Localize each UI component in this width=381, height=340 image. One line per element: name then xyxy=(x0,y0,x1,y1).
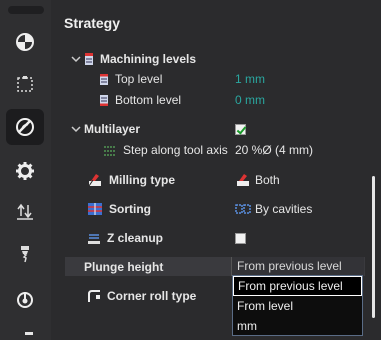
machining-levels-text: Machining levels xyxy=(100,52,197,66)
toolpath-disc-icon xyxy=(16,118,34,136)
milling-type-value-text: Both xyxy=(255,173,280,187)
top-level-label: Top level xyxy=(99,72,162,86)
sorting-label: Sorting xyxy=(87,201,151,217)
sorting-row[interactable]: Sorting By cavities xyxy=(51,199,371,219)
milling-type-label: Milling type xyxy=(87,172,175,188)
bottom-level-text: Bottom level xyxy=(115,93,182,107)
step-row[interactable]: Step along tool axis 20 %Ø (4 mm) xyxy=(51,140,371,160)
multilayer-label: Multilayer xyxy=(84,122,141,136)
left-toolbar xyxy=(0,0,51,340)
selection-box-icon xyxy=(17,76,33,92)
panel-title: Strategy xyxy=(64,15,121,31)
z-cleanup-checkbox[interactable] xyxy=(235,232,246,244)
strategy-panel: Strategy Machining levels Top level 1 mm xyxy=(51,0,381,340)
tool-holder-icon xyxy=(17,292,33,308)
sorting-value-text: By cavities xyxy=(255,202,313,216)
z-cleanup-checkbox-wrap[interactable] xyxy=(235,232,246,244)
corner-roll-text: Corner roll type xyxy=(107,289,197,303)
by-cavities-icon xyxy=(235,204,251,214)
gear-icon xyxy=(16,162,34,180)
corner-roll-label: Corner roll type xyxy=(87,289,196,303)
tool-button[interactable] xyxy=(6,236,44,272)
toolpath-button[interactable] xyxy=(6,109,44,145)
step-icon xyxy=(104,146,116,155)
z-cleanup-icon xyxy=(88,234,100,244)
step-text: Step along tool axis xyxy=(123,143,228,157)
sorting-text: Sorting xyxy=(109,202,151,216)
sorting-value[interactable]: By cavities xyxy=(235,202,312,216)
option-mm[interactable]: mm xyxy=(233,316,362,336)
arrows-updown-icon xyxy=(17,203,33,220)
machining-levels-label: Machining levels xyxy=(84,52,196,66)
milling-type-icon xyxy=(88,174,101,187)
option-from-level[interactable]: From level xyxy=(233,296,362,316)
step-label: Step along tool axis xyxy=(103,143,228,157)
plunge-height-dropdown[interactable]: From previous level From level mm xyxy=(232,275,363,336)
bottom-level-icon xyxy=(100,94,108,106)
bottom-level-label: Bottom level xyxy=(99,93,181,107)
machining-levels-row[interactable]: Machining levels xyxy=(51,49,371,69)
drill-bit-icon xyxy=(21,246,29,263)
top-level-icon xyxy=(100,73,108,85)
z-cleanup-label: Z cleanup xyxy=(87,231,163,245)
milling-type-text: Milling type xyxy=(109,173,175,187)
milling-type-row[interactable]: Milling type Both xyxy=(51,170,371,190)
z-cleanup-row[interactable]: Z cleanup xyxy=(51,228,371,248)
bottom-level-row[interactable]: Bottom level 0 mm xyxy=(51,90,371,110)
multilayer-checkbox[interactable] xyxy=(235,123,246,135)
option-from-previous-level[interactable]: From previous level xyxy=(233,276,362,296)
vertical-scrollbar[interactable] xyxy=(372,176,375,318)
holder-button[interactable] xyxy=(6,281,44,317)
chevron-down-icon[interactable] xyxy=(71,124,81,134)
levels-button[interactable] xyxy=(6,194,44,230)
plunge-height-select[interactable]: From previous level xyxy=(231,257,364,276)
multilayer-row[interactable]: Multilayer xyxy=(51,119,371,139)
rail-more-indicator xyxy=(25,332,33,335)
corner-roll-icon xyxy=(88,290,100,302)
milling-type-value[interactable]: Both xyxy=(235,172,280,188)
settings-button[interactable] xyxy=(6,153,44,189)
top-level-value[interactable]: 1 mm xyxy=(235,72,265,86)
z-cleanup-text: Z cleanup xyxy=(107,231,164,245)
both-directions-icon xyxy=(237,174,249,186)
chevron-down-icon[interactable] xyxy=(71,54,81,64)
plunge-height-label: Plunge height xyxy=(84,260,164,274)
pie-chart-icon xyxy=(16,33,34,51)
pie-chart-button[interactable] xyxy=(6,24,44,60)
rail-handle xyxy=(8,6,44,14)
step-value[interactable]: 20 %Ø (4 mm) xyxy=(235,143,313,157)
top-level-row[interactable]: Top level 1 mm xyxy=(51,69,371,89)
top-level-text: Top level xyxy=(115,72,163,86)
selection-button[interactable] xyxy=(6,66,44,102)
multilayer-checkbox-wrap[interactable] xyxy=(235,123,246,135)
bottom-level-value[interactable]: 0 mm xyxy=(235,93,265,107)
levels-icon xyxy=(85,53,93,65)
sorting-icon xyxy=(88,203,102,215)
